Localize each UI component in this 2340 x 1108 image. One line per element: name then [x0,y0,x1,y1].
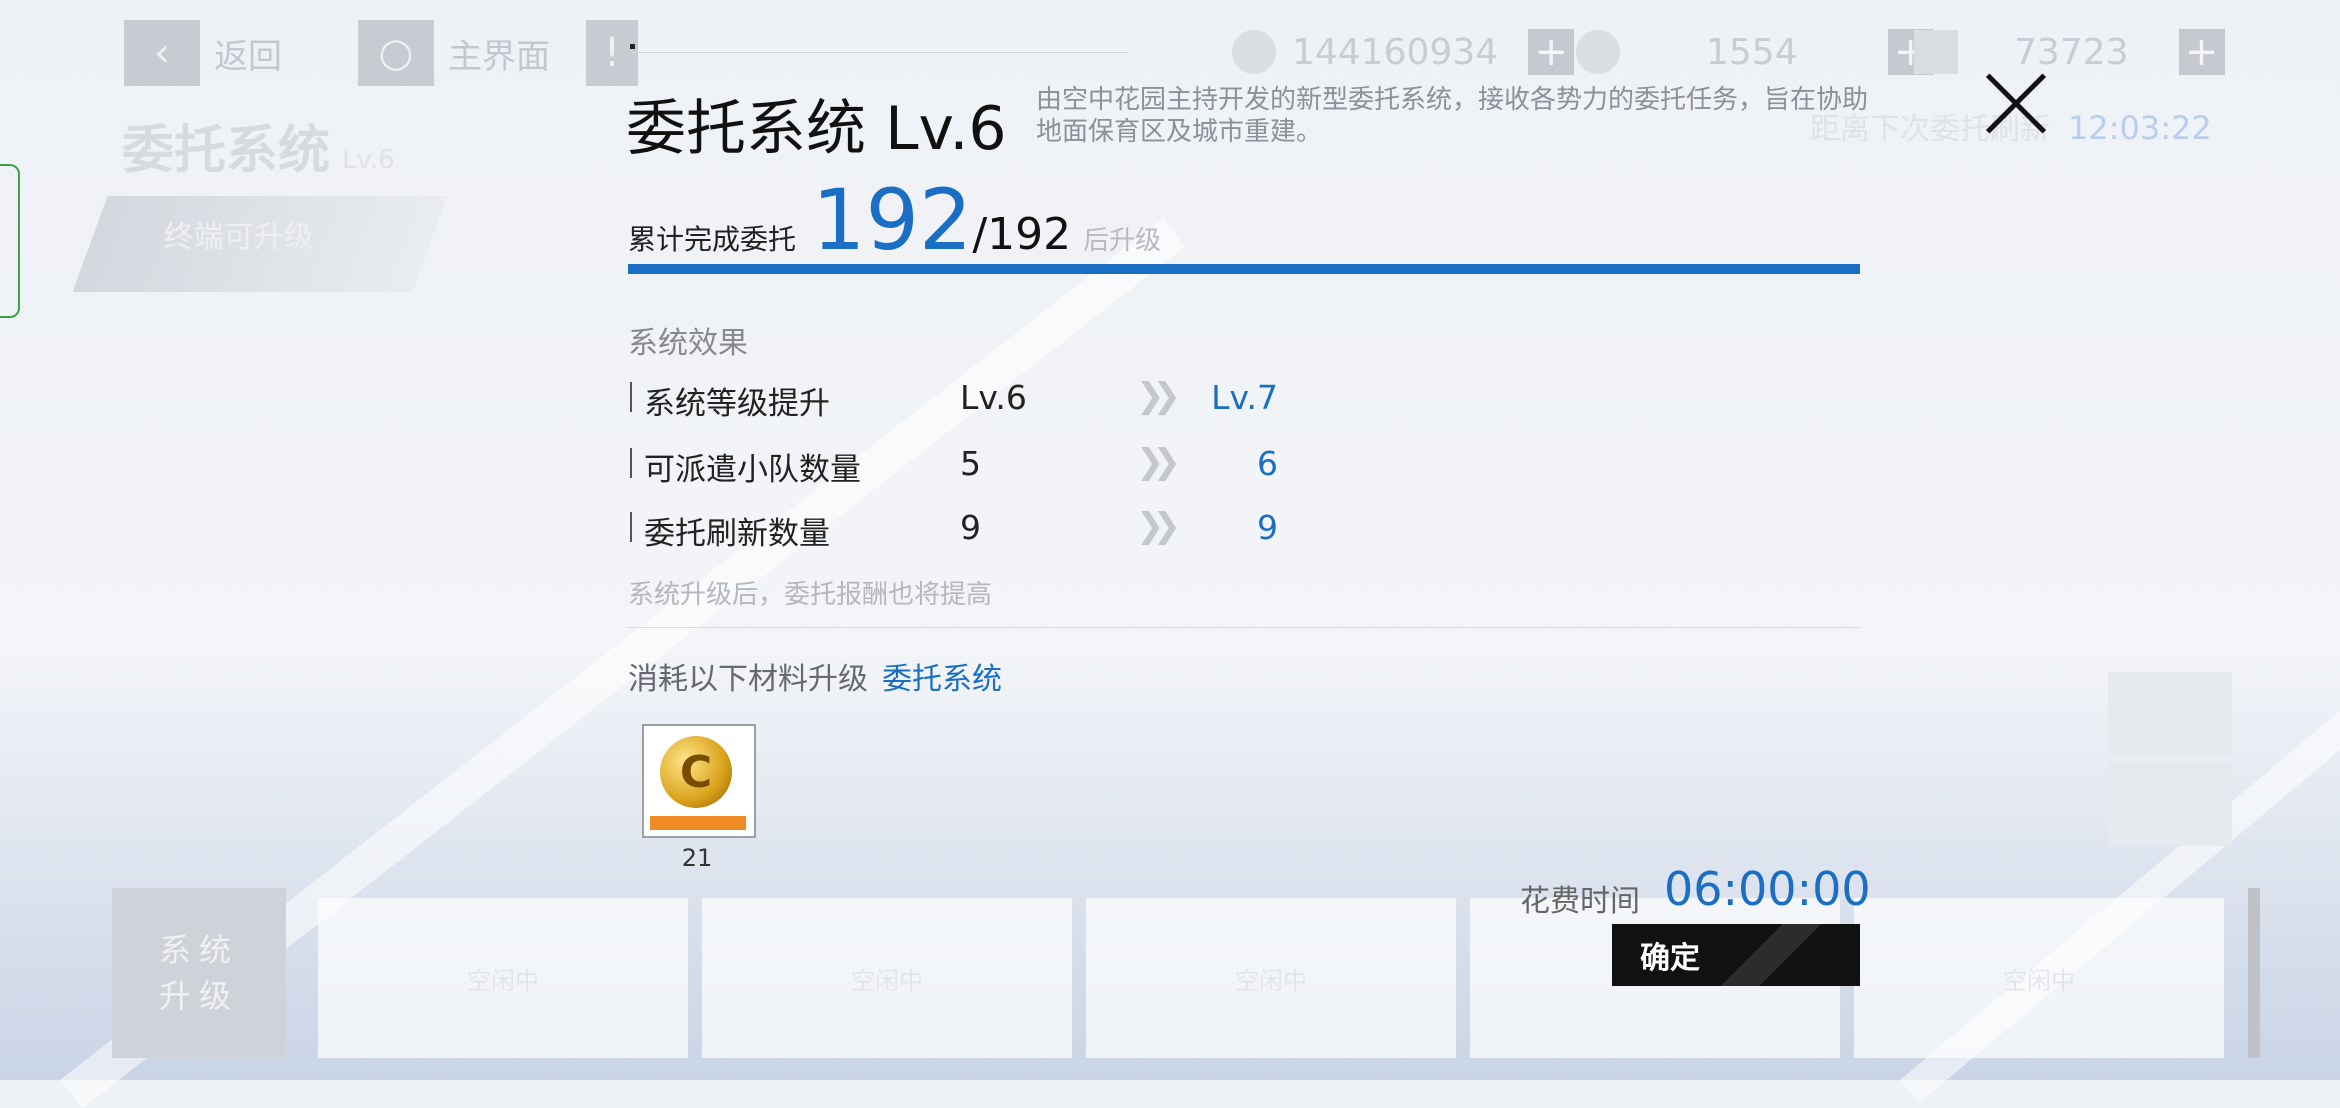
effect-from: Lv.6 [960,378,1027,417]
confirm-label: 确定 [1640,941,1700,976]
row-marker [630,448,632,478]
progress-bar-fill [628,264,1860,274]
divider [628,627,1860,628]
effect-name: 可派遣小队数量 [644,452,861,488]
dialog-description: 由空中花园主持开发的新型委托系统，接收各势力的委托任务，旨在协助地面保育区及城市… [1036,85,1869,147]
rarity-strip [650,816,746,830]
effect-name: 委托刷新数量 [644,516,830,552]
effect-to: 6 [1257,444,1278,483]
effect-to: 9 [1257,508,1278,547]
divider [628,52,1128,53]
consume-heading: 消耗以下材料升级 委托系统 [628,654,1002,698]
effect-name: 系统等级提升 [644,386,830,422]
upgrade-dialog: 委托系统 Lv.6 由空中花园主持开发的新型委托系统，接收各势力的委托任务，旨在… [0,0,2340,1080]
effect-to: Lv.7 [1211,378,1278,417]
effect-row: 可派遣小队数量 5 ❯❯ 6 [628,440,1388,490]
row-marker [630,382,632,412]
gold-coin-icon: С [660,736,732,808]
progress-suffix: 后升级 [1083,226,1162,256]
effects-title: 系统效果 [628,326,748,361]
progress-bar [628,264,1860,274]
decorative-dot [630,44,635,49]
close-icon[interactable] [1982,72,2046,136]
time-label: 花费时间 [1520,884,1640,919]
dialog-title: 委托系统 Lv.6 [626,94,1007,164]
time-value: 06:00:00 [1664,862,1871,916]
effect-row: 系统等级提升 Lv.6 ❯❯ Lv.7 [628,374,1388,424]
row-marker [630,512,632,542]
consume-target: 委托系统 [882,662,1002,697]
effects-note: 系统升级后，委托报酬也将提高 [628,580,993,610]
double-chevron-right-icon: ❯❯ [1136,442,1181,482]
progress-label: 累计完成委托 [628,223,797,256]
progress-summary: 累计完成委托 192 /192 后升级 [628,178,1161,262]
button-decoration [1706,924,1836,986]
consume-label: 消耗以下材料升级 [628,662,868,697]
progress-total: /192 [972,209,1072,260]
effect-row: 委托刷新数量 9 ❯❯ 9 [628,504,1388,554]
material-count: 21 [681,844,713,872]
double-chevron-right-icon: ❯❯ [1136,506,1181,546]
material-item[interactable]: С [642,724,756,838]
effect-from: 9 [960,508,981,547]
confirm-button[interactable]: 确定 [1612,924,1860,986]
progress-current: 192 [812,171,973,269]
effect-from: 5 [960,444,981,483]
double-chevron-right-icon: ❯❯ [1136,376,1181,416]
